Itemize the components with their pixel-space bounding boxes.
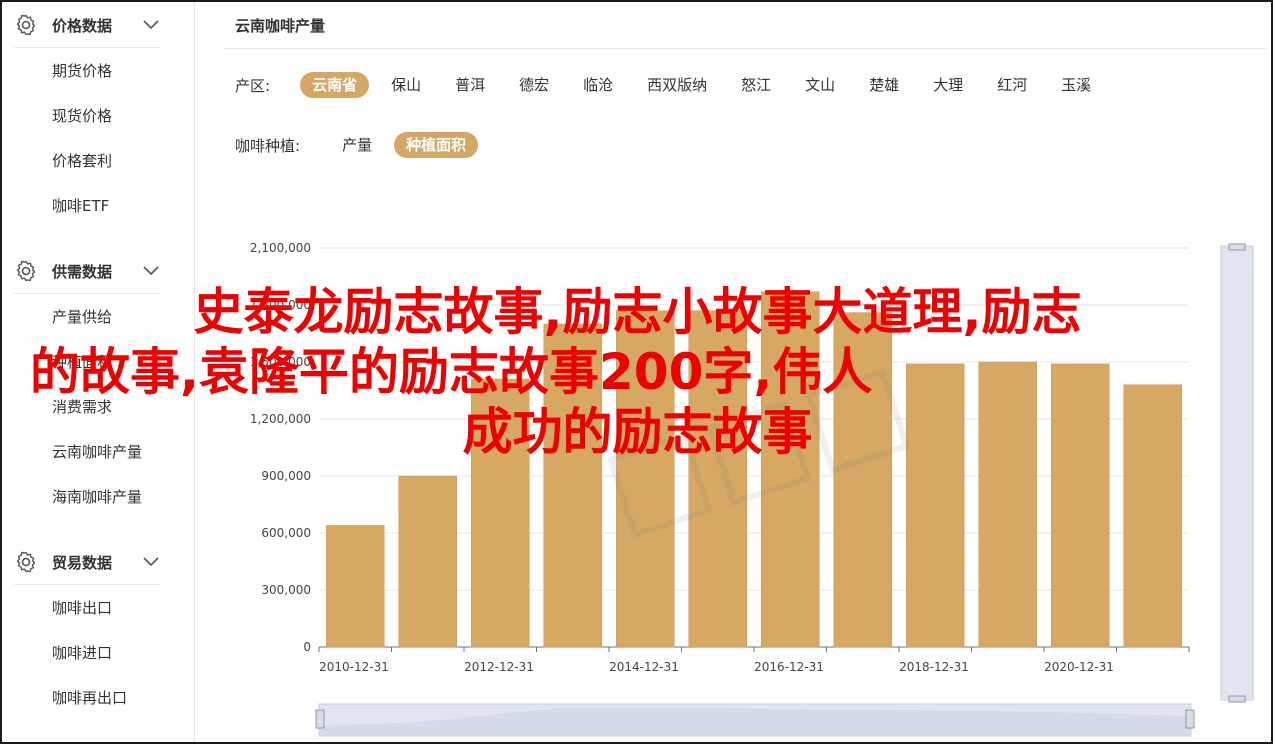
bar-2020-12-31[interactable] bbox=[1051, 363, 1110, 648]
horizontal-slider-left-handle[interactable] bbox=[315, 709, 325, 729]
bar-2010-12-31[interactable] bbox=[326, 525, 385, 648]
bar-2018-12-31[interactable] bbox=[906, 363, 965, 648]
x-tick-label: 2014-12-31 bbox=[609, 660, 679, 674]
y-tick-label: 2,100,000 bbox=[250, 241, 311, 255]
x-tick-label: 2010-12-31 bbox=[319, 660, 389, 674]
bar-2012-12-31[interactable] bbox=[471, 378, 530, 648]
y-tick-label: 1,500,000 bbox=[250, 355, 311, 369]
y-tick-label: 900,000 bbox=[261, 469, 311, 483]
bar-2015-12-31[interactable] bbox=[688, 310, 747, 648]
horizontal-slider-right-handle[interactable] bbox=[1185, 709, 1195, 729]
bar-2021-12-31[interactable] bbox=[1123, 384, 1182, 648]
y-tick-label: 300,000 bbox=[261, 583, 311, 597]
bar-chart: 0 300,000 600,000 900,000 1,200,000 1,500,000… bbox=[250, 241, 1254, 737]
x-tick-label: 2016-12-31 bbox=[754, 660, 824, 674]
bar-2016-12-31[interactable] bbox=[761, 291, 820, 648]
bar-2019-12-31[interactable] bbox=[978, 361, 1037, 648]
y-tick-label: 600,000 bbox=[261, 526, 311, 540]
vertical-slider-top-handle[interactable] bbox=[1228, 243, 1246, 251]
y-tick-label: 0 bbox=[303, 640, 311, 654]
bar-2017-12-31[interactable] bbox=[833, 312, 892, 648]
vertical-slider-bottom-handle[interactable] bbox=[1228, 695, 1246, 703]
bar-2014-12-31[interactable] bbox=[616, 310, 675, 648]
x-tick-label: 2018-12-31 bbox=[899, 660, 969, 674]
y-tick-label: 1,200,000 bbox=[250, 412, 311, 426]
bar-2013-12-31[interactable] bbox=[543, 323, 602, 648]
bar-2011-12-31[interactable] bbox=[398, 475, 457, 648]
x-tick-label: 2020-12-31 bbox=[1044, 660, 1114, 674]
y-tick-label: 1,800,000 bbox=[250, 298, 311, 312]
x-tick-label: 2012-12-31 bbox=[464, 660, 534, 674]
vertical-zoom-slider[interactable] bbox=[1220, 245, 1254, 701]
